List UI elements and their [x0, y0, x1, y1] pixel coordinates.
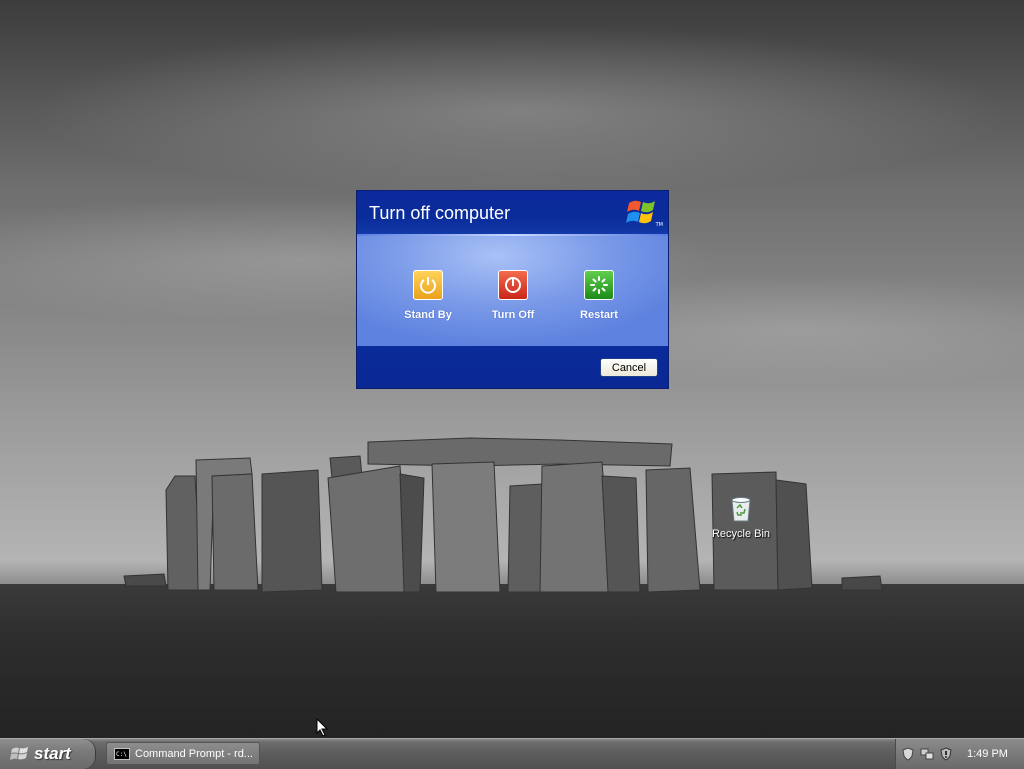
start-label: start: [34, 744, 71, 763]
system-tray: 1:49 PM: [895, 739, 1024, 769]
command-prompt-icon: C:\: [114, 747, 130, 760]
dialog-footer: Cancel: [357, 346, 668, 388]
dialog-body: Stand By Turn Off Restart: [357, 236, 668, 346]
turn-off-label: Turn Off: [491, 309, 535, 321]
taskbar: start C:\ Command Prompt - rd... 1:49 PM: [0, 738, 1024, 769]
desktop-icon-label: Recycle Bin: [711, 528, 771, 540]
taskbar-item-label: Command Prompt - rd...: [135, 747, 253, 760]
turn-off-option[interactable]: Turn Off: [473, 270, 553, 321]
cancel-button[interactable]: Cancel: [600, 358, 658, 377]
windows-logo-icon: TM: [626, 196, 663, 228]
security-shield-icon[interactable]: [901, 747, 915, 761]
stand-by-option[interactable]: Stand By: [388, 270, 468, 321]
restart-option[interactable]: Restart: [559, 270, 639, 321]
network-icon[interactable]: [920, 747, 934, 761]
taskbar-item-command-prompt[interactable]: C:\ Command Prompt - rd...: [106, 742, 260, 765]
logo-trademark: TM: [655, 222, 663, 228]
restart-label: Restart: [580, 309, 618, 321]
mouse-cursor-icon: [316, 718, 328, 737]
standby-icon[interactable]: [413, 270, 443, 300]
stand-by-label: Stand By: [404, 309, 452, 321]
restart-icon[interactable]: [584, 270, 614, 300]
windows-flag-icon: [10, 747, 28, 760]
power-icon[interactable]: [498, 270, 528, 300]
dialog-header: Turn off computer TM: [357, 191, 668, 234]
security-alert-icon[interactable]: [939, 747, 953, 761]
clock[interactable]: 1:49 PM: [967, 748, 1008, 760]
desktop-icon-recycle-bin[interactable]: Recycle Bin: [706, 492, 776, 540]
start-button[interactable]: start: [0, 739, 96, 769]
dialog-title: Turn off computer: [369, 203, 511, 223]
turn-off-dialog: Turn off computer TM Stand By Turn Off R…: [356, 190, 669, 389]
recycle-bin-icon: [731, 497, 751, 522]
